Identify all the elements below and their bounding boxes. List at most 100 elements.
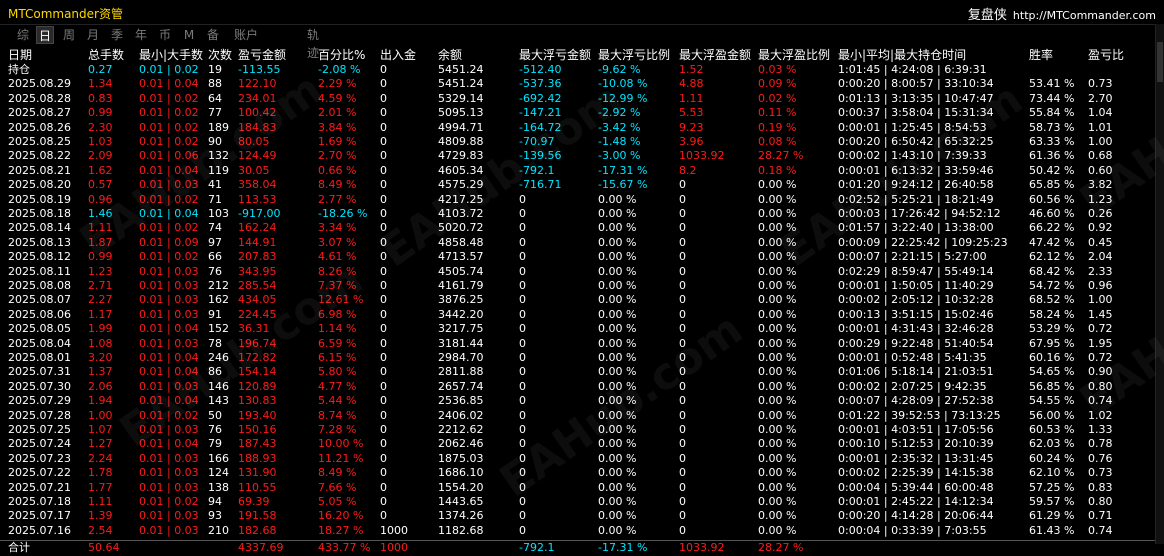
column-header-fl_pct[interactable]: 最大浮亏比例 bbox=[598, 47, 670, 63]
cell-bal: 5451.24 bbox=[438, 63, 484, 76]
cell-date: 2025.07.29 bbox=[8, 394, 71, 408]
cell-hold: 0:00:10 | 5:12:53 | 20:10:39 bbox=[838, 437, 994, 451]
cell-pct: 2.77 % bbox=[318, 192, 357, 206]
cell-rr: 1.04 bbox=[1088, 106, 1113, 120]
cell-win: 61.36 % bbox=[1029, 149, 1075, 163]
cell-pct: 6.59 % bbox=[318, 336, 357, 350]
cell-rr: 0.71 bbox=[1088, 509, 1113, 523]
cell-pct: 2.29 % bbox=[318, 77, 357, 91]
cell-pct: 5.44 % bbox=[318, 394, 357, 408]
table-row: 2025.07.18 1.11 0.01 | 0.02 94 69.39 5.05 % 0 1… bbox=[0, 495, 1156, 509]
cell-fl_amt: 0 bbox=[519, 379, 526, 393]
tab-8[interactable]: 备 bbox=[204, 26, 222, 44]
cell-lots: 3.20 bbox=[88, 351, 113, 364]
column-header-pct[interactable]: 百分比% bbox=[318, 47, 365, 63]
tab-6[interactable]: 币 bbox=[156, 26, 174, 44]
cell-lots: 1.34 bbox=[88, 77, 113, 91]
cell-fl_pct: 0.00 % bbox=[598, 322, 637, 336]
column-header-fp_amt[interactable]: 最大浮盈金额 bbox=[679, 47, 751, 63]
table-row: 2025.08.01 3.20 0.01 | 0.04 246 172.82 6.15 %… bbox=[0, 351, 1156, 365]
cell-fp_amt: 0 bbox=[679, 408, 686, 422]
tab-7[interactable]: M bbox=[180, 26, 198, 44]
column-header-win[interactable]: 胜率 bbox=[1029, 47, 1053, 63]
cell-win: 63.33 % bbox=[1029, 135, 1075, 148]
replay-label[interactable]: 复盘侠 bbox=[968, 8, 1007, 23]
cell-date: 2025.07.25 bbox=[8, 423, 71, 436]
cell-bal: 4809.88 bbox=[438, 135, 484, 148]
column-header-bal[interactable]: 余额 bbox=[438, 47, 462, 63]
cell-date: 2025.08.11 bbox=[8, 264, 71, 278]
cell-fp_amt: 1033.92 bbox=[679, 149, 725, 163]
cell-pnl: 4337.69 bbox=[238, 541, 284, 555]
tab-0[interactable]: 综 bbox=[14, 26, 32, 44]
cell-io: 0 bbox=[380, 207, 387, 220]
cell-lots: 1.62 bbox=[88, 163, 113, 177]
cell-minmax: 0.01 | 0.03 bbox=[139, 307, 199, 321]
site-url[interactable]: http://MTCommander.com bbox=[1013, 9, 1156, 22]
cell-count: 210 bbox=[208, 523, 229, 537]
column-header-lots[interactable]: 总手数 bbox=[88, 47, 124, 63]
cell-fp_pct: 0.19 % bbox=[758, 120, 797, 134]
cell-bal: 3181.44 bbox=[438, 336, 484, 350]
cell-rr: 1.95 bbox=[1088, 336, 1113, 350]
cell-fp_amt: 0 bbox=[679, 523, 686, 537]
cell-count: 71 bbox=[208, 192, 222, 206]
cell-win: 60.56 % bbox=[1029, 192, 1075, 206]
cell-date: 2025.08.19 bbox=[8, 192, 71, 206]
cell-io: 1000 bbox=[380, 541, 408, 555]
scrollbar-thumb[interactable] bbox=[1157, 42, 1163, 82]
cell-date: 2025.07.28 bbox=[8, 408, 71, 422]
cell-lots: 1.37 bbox=[88, 365, 113, 379]
column-header-hold[interactable]: 最小|平均|最大持仓时间 bbox=[838, 47, 966, 63]
cell-hold: 0:00:04 | 0:33:39 | 7:03:55 bbox=[838, 523, 987, 537]
cell-bal: 3442.20 bbox=[438, 307, 484, 321]
cell-fp_pct: 0.00 % bbox=[758, 408, 797, 422]
cell-count: 124 bbox=[208, 466, 229, 480]
column-header-date[interactable]: 日期 bbox=[8, 47, 32, 63]
cell-fp_amt: 0 bbox=[679, 192, 686, 206]
cell-count: 103 bbox=[208, 207, 229, 220]
column-header-count[interactable]: 次数 bbox=[208, 47, 232, 63]
title-bar: MTCommander资管 复盘侠 http://MTCommander.com bbox=[0, 0, 1164, 25]
title-right: 复盘侠 http://MTCommander.com bbox=[968, 4, 1156, 23]
cell-pnl: -113.55 bbox=[238, 63, 281, 76]
tab-1[interactable]: 日 bbox=[36, 26, 54, 44]
cell-fp_amt: 3.96 bbox=[679, 135, 704, 148]
column-header-fl_amt[interactable]: 最大浮亏金额 bbox=[519, 47, 591, 63]
cell-hold: 0:00:01 | 1:50:05 | 11:40:29 bbox=[838, 279, 994, 292]
column-header-minmax[interactable]: 最小|大手数 bbox=[139, 47, 203, 63]
cell-lots: 2.24 bbox=[88, 451, 113, 465]
cell-win: 53.29 % bbox=[1029, 322, 1075, 336]
cell-win: 57.25 % bbox=[1029, 480, 1075, 494]
cell-fp_pct: 0.00 % bbox=[758, 480, 797, 494]
cell-pnl: 182.68 bbox=[238, 523, 277, 537]
cell-rr: 0.73 bbox=[1088, 77, 1113, 91]
cell-bal: 4994.71 bbox=[438, 120, 484, 134]
tab-3[interactable]: 月 bbox=[84, 26, 102, 44]
cell-count: 138 bbox=[208, 480, 229, 494]
cell-lots: 1.27 bbox=[88, 437, 113, 451]
tab-4[interactable]: 季 bbox=[108, 26, 126, 44]
vertical-scrollbar[interactable] bbox=[1155, 24, 1164, 544]
cell-minmax: 0.01 | 0.04 bbox=[139, 77, 199, 91]
tab-5[interactable]: 年 bbox=[132, 26, 150, 44]
cell-bal: 2984.70 bbox=[438, 351, 484, 364]
cell-fl_pct: 0.00 % bbox=[598, 250, 637, 264]
cell-fp_amt: 0 bbox=[679, 307, 686, 321]
cell-win: 55.84 % bbox=[1029, 106, 1075, 120]
cell-pct: -2.08 % bbox=[318, 63, 361, 76]
column-header-fp_pct[interactable]: 最大浮盈比例 bbox=[758, 47, 830, 63]
column-header-rr[interactable]: 盈亏比 bbox=[1088, 47, 1124, 63]
cell-bal: 2212.62 bbox=[438, 423, 484, 436]
cell-pnl: 358.04 bbox=[238, 178, 277, 192]
cell-bal: 2406.02 bbox=[438, 408, 484, 422]
column-header-io[interactable]: 出入金 bbox=[380, 47, 416, 63]
cell-fp_pct: 0.00 % bbox=[758, 509, 797, 523]
cell-win: 56.85 % bbox=[1029, 379, 1075, 393]
cell-fl_amt: 0 bbox=[519, 250, 526, 264]
tab-2[interactable]: 周 bbox=[60, 26, 78, 44]
cell-bal: 5451.24 bbox=[438, 77, 484, 91]
cell-bal: 5095.13 bbox=[438, 106, 484, 120]
column-header-pnl[interactable]: 盈亏金额 bbox=[238, 47, 286, 63]
tab-9[interactable]: 账户 bbox=[228, 26, 264, 44]
